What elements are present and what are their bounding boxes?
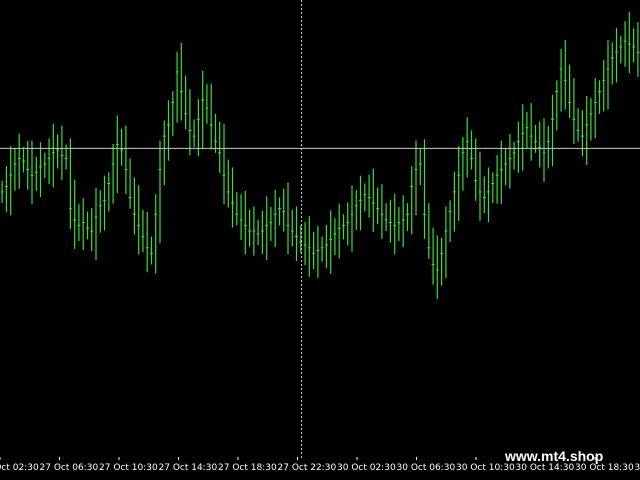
- x-tick-label: 30 Oct 10:30: [456, 463, 515, 473]
- chart-svg[interactable]: 27 Oct 02:3027 Oct 06:3027 Oct 10:3027 O…: [0, 0, 640, 480]
- x-tick-label: 30: [635, 463, 640, 473]
- x-tick-label: 30 Oct 06:30: [397, 463, 456, 473]
- watermark-text: www.mt4.shop: [504, 448, 603, 464]
- x-tick-label: 27 Oct 06:30: [40, 463, 99, 473]
- x-tick-label: 27 Oct 02:30: [0, 463, 39, 473]
- x-tick-label: 30 Oct 18:30: [575, 463, 634, 473]
- price-chart[interactable]: 27 Oct 02:3027 Oct 06:3027 Oct 10:3027 O…: [0, 0, 640, 480]
- x-tick-label: 30 Oct 14:30: [516, 463, 575, 473]
- x-tick-label: 27 Oct 14:30: [159, 463, 218, 473]
- x-tick-label: 27 Oct 10:30: [99, 463, 158, 473]
- x-tick-label: 30 Oct 02:30: [337, 463, 396, 473]
- price-bars: [0, 12, 640, 300]
- x-tick-label: 27 Oct 22:30: [278, 463, 337, 473]
- x-tick-label: 27 Oct 18:30: [218, 463, 277, 473]
